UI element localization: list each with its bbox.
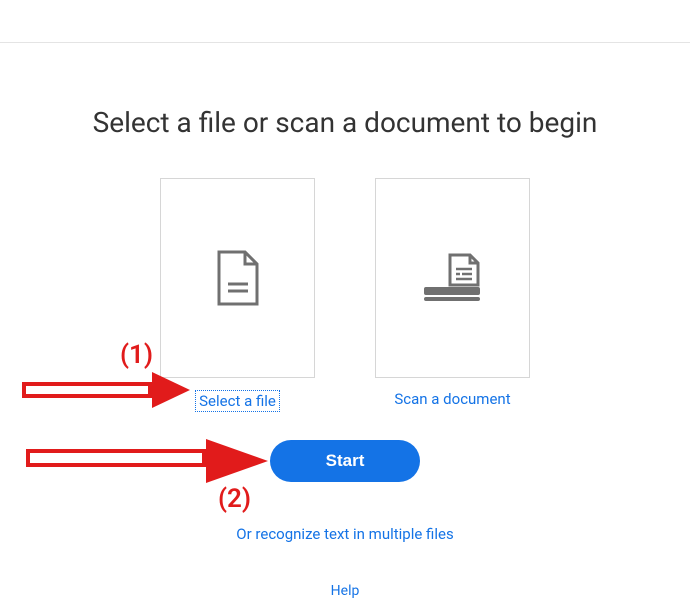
- scan-document-thumbnail: [375, 178, 530, 378]
- recognize-multiple-link[interactable]: Or recognize text in multiple files: [0, 525, 690, 543]
- scanner-icon: [420, 251, 486, 305]
- card-row: Select a file Scan a document: [0, 178, 690, 412]
- file-icon: [213, 250, 263, 306]
- scan-document-card[interactable]: Scan a document: [375, 178, 530, 412]
- scan-document-label: Scan a document: [394, 390, 510, 408]
- separator: [0, 42, 690, 43]
- annotation-label-2: (2): [218, 484, 251, 514]
- select-file-thumbnail: [160, 178, 315, 378]
- help-link[interactable]: Help: [0, 583, 690, 599]
- select-file-label: Select a file: [195, 390, 280, 412]
- annotation-arrowhead-2: [206, 439, 268, 483]
- start-button[interactable]: Start: [270, 440, 420, 482]
- select-file-card[interactable]: Select a file: [160, 178, 315, 412]
- page-title: Select a file or scan a document to begi…: [0, 106, 690, 139]
- annotation-arrow-2: [26, 449, 206, 467]
